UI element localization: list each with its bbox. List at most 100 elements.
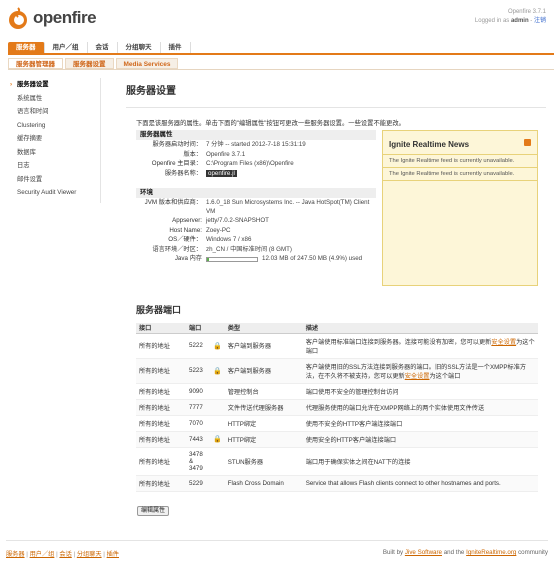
env-row: 语言环境／时区： zh_CN / 中国标准时间 (8 GMT) (136, 246, 376, 255)
env-value: 1.6.0_18 Sun Microsystems Inc. -- Java H… (206, 199, 370, 215)
igniterealtime-link[interactable]: IgniteRealtime.org (466, 549, 516, 556)
desc-text: 端口使用不安全的管理控制台访问 (305, 388, 399, 396)
prop-key: 服务器启动时间： (152, 141, 203, 148)
desc-text: 使用不安全的HTTP客户端连接端口 (305, 420, 403, 428)
memory-row: Java 内存 12.03 MB of 247.50 MB (4.9%) use… (136, 255, 376, 264)
env-value: Zoey-PC (206, 226, 231, 234)
sidebar-item-email-settings[interactable]: 邮件设置 (6, 173, 100, 187)
ports-body: 所有的地址 5222 🔒 客户端到服务器 客户端使用标准端口连接到服务器。连接可能没有加… (136, 333, 538, 492)
cell-type: 客户端到服务器 (224, 333, 303, 359)
subtab-server-settings[interactable]: 服务器设置 (65, 58, 114, 69)
subtab-media-services[interactable]: Media Services (115, 58, 179, 69)
footer-link-group-chat[interactable]: 分组聊天 (77, 551, 102, 558)
memory-key: Java 内存 (174, 255, 202, 262)
tab-server[interactable]: 服务器 (8, 42, 45, 53)
cell-description: Service that allows Flash clients connec… (302, 475, 538, 492)
server-name-value: openfire.jl (206, 169, 237, 177)
login-status: Logged in as admin - 注销 (474, 18, 546, 24)
env-value: Windows 7 / x86 (206, 236, 252, 243)
cell-lock (210, 447, 225, 476)
logo-text: openfire (33, 8, 97, 27)
cell-type: HTTP绑定 (224, 415, 303, 432)
col-port: 端口 (186, 323, 210, 334)
prop-value: Openfire 3.7.1 (206, 150, 246, 158)
cell-description: 代理服务使用的端口允许在XMPP网络上的两个实体使用文件传送 (302, 399, 538, 416)
header-info: Openfire 3.7.1 Logged in as admin - 注销 (475, 8, 546, 26)
sidebar-item-language-time[interactable]: 语言和时间 (6, 105, 100, 119)
footer-divider (6, 540, 548, 541)
logo[interactable]: openfire (6, 6, 97, 30)
cell-type: 管理控制台 (224, 383, 303, 400)
table-row: 所有的地址 9090 管理控制台 端口使用不安全的管理控制台访问 (136, 383, 538, 400)
footer-link-server[interactable]: 服务器 (6, 551, 25, 558)
logout-link[interactable]: 注销 (534, 18, 546, 24)
env-key: 语言环境／时区： (152, 245, 203, 253)
intro-text: 下面是该服务器的属性。单击下面的"编辑属性"按钮可更改一些服务器设置。一些设置不… (136, 120, 405, 127)
tab-group-chat[interactable]: 分组聊天 (118, 42, 161, 53)
divider (126, 107, 546, 108)
env-key: Appserver: (172, 217, 202, 224)
cell-interface: 所有的地址 (136, 415, 186, 432)
jive-link[interactable]: Jive Software (405, 549, 442, 556)
sub-tabs: 服务器管理器 服务器设置 Media Services (8, 58, 180, 69)
sidebar-item-database[interactable]: 数据库 (6, 146, 100, 160)
tab-plugins[interactable]: 插件 (161, 42, 191, 53)
header: openfire Openfire 3.7.1 Logged in as adm… (0, 0, 554, 40)
cell-lock (210, 415, 225, 432)
env-row: Host Name: Zoey-PC (136, 227, 376, 236)
env-value: zh_CN / 中国标准时间 (8 GMT) (206, 245, 292, 253)
username: admin (510, 18, 529, 24)
cell-description: 端口使用不安全的管理控制台访问 (302, 383, 538, 400)
prop-row: 服务器名称： openfire.jl (136, 169, 376, 179)
security-settings-link[interactable]: 安全设置 (491, 339, 516, 346)
ports-table: 接口 端口 类型 描述 所有的地址 5222 🔒 客户端到服务器 客户端使用标准端口连接… (136, 323, 538, 492)
desc-suffix: 为这个端口 (429, 372, 461, 380)
main-tabs: 服务器 用户／组 会话 分组聊天 插件 (8, 42, 191, 53)
news-panel: Ignite Realtime News The Ignite Realtime… (382, 130, 538, 286)
footer-link-users[interactable]: 用户／组 (30, 551, 55, 558)
footer-link-plugins[interactable]: 插件 (107, 551, 119, 558)
cell-port: 5223 (186, 358, 210, 384)
subtab-server-manager[interactable]: 服务器管理器 (8, 58, 63, 69)
and-label: and the (443, 549, 465, 556)
desc-text: 端口用于确保实体之间在NAT下的连接 (305, 458, 411, 466)
cell-lock (210, 475, 225, 492)
desc-text: Service that allows Flash clients connec… (305, 479, 501, 487)
rss-icon[interactable] (524, 139, 531, 146)
cell-type: HTTP绑定 (224, 431, 303, 448)
sidebar-item-security-audit[interactable]: Security Audit Viewer (6, 186, 100, 200)
cell-port: 7777 (186, 399, 210, 416)
prop-key: 版本： (183, 150, 202, 158)
edit-properties-button[interactable]: 编辑属性 (137, 506, 170, 516)
table-row: 所有的地址 5223 🔒 客户端到服务器 客户端使用旧的SSL方法连接到服务器的端口。旧… (136, 358, 538, 384)
tab-sessions[interactable]: 会话 (88, 42, 118, 53)
news-item: The Ignite Realtime feed is currently un… (383, 155, 537, 168)
sidebar-item-logs[interactable]: 日志 (6, 159, 100, 173)
cell-lock: 🔒 (210, 333, 225, 359)
lock-icon: 🔒 (213, 367, 222, 375)
cell-port: 9090 (186, 383, 210, 400)
col-description: 描述 (302, 323, 538, 334)
security-settings-link[interactable]: 安全设置 (405, 373, 430, 380)
sidebar-item-clustering[interactable]: Clustering (6, 119, 100, 133)
tab-users-groups[interactable]: 用户／组 (45, 42, 88, 53)
prop-value: C:\Program Files (x86)\Openfire (206, 160, 294, 167)
prop-key: Openfire 主目录： (151, 160, 202, 167)
cell-lock: 🔒 (210, 358, 225, 384)
sidebar-item-cache-summary[interactable]: 缓存摘要 (6, 132, 100, 146)
env-key: OS／硬件： (168, 236, 202, 243)
footer-credits: Built by Jive Software and the IgniteRea… (383, 549, 548, 556)
cell-type: STUN服务器 (224, 447, 303, 476)
subtab-divider (8, 69, 554, 70)
cell-port: 7443 (186, 431, 210, 448)
env-row: Appserver: jetty/7.0.2-SNAPSHOT (136, 217, 376, 226)
built-by-label: Built by (382, 549, 404, 556)
col-lock (210, 323, 225, 334)
table-row: 所有的地址 7070 HTTP绑定 使用不安全的HTTP客户端连接端口 (136, 415, 538, 432)
env-value: jetty/7.0.2-SNAPSHOT (206, 217, 269, 224)
sidebar-item-system-properties[interactable]: 系统属性 (6, 92, 100, 106)
sidebar-item-server-settings[interactable]: 服务器设置 (6, 78, 100, 92)
col-type: 类型 (224, 323, 303, 334)
cell-description: 使用不安全的HTTP客户端连接端口 (302, 415, 538, 432)
footer-link-sessions[interactable]: 会话 (59, 551, 71, 558)
